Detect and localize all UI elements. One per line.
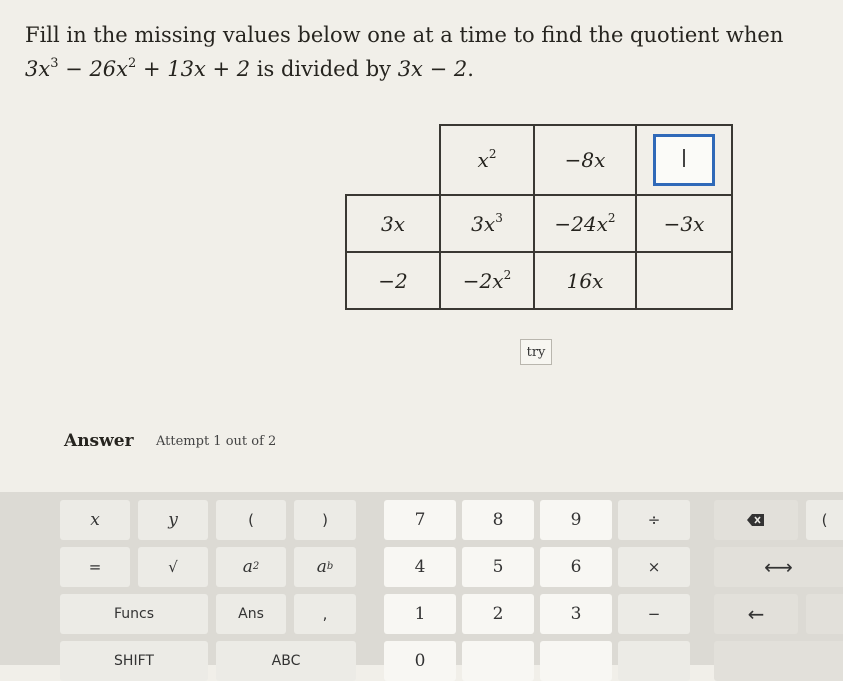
- question-line-1: Fill in the missing values below one at …: [25, 23, 784, 47]
- key-plus[interactable]: [618, 641, 690, 681]
- key-funcs[interactable]: Funcs: [60, 594, 208, 634]
- math-keypad: x y ( ) 7 8 9 ÷ ( = √ a2 ab 4 5 6 × ⟷ Fu…: [0, 492, 843, 681]
- divisor-term-2: −2: [345, 251, 441, 310]
- key-0[interactable]: 0: [384, 641, 456, 681]
- key-minus[interactable]: −: [618, 594, 690, 634]
- key-9[interactable]: 9: [540, 500, 612, 540]
- key-decimal[interactable]: [462, 641, 534, 681]
- key-6[interactable]: 6: [540, 547, 612, 587]
- key-multiply[interactable]: ×: [618, 547, 690, 587]
- backspace-icon: [747, 514, 764, 526]
- question-line-2: 3x3 − 26x2 + 13x + 2 is divided by 3x − …: [25, 56, 474, 81]
- key-x[interactable]: x: [60, 500, 130, 540]
- key-1[interactable]: 1: [384, 594, 456, 634]
- try-button[interactable]: try: [520, 339, 552, 365]
- divisor-term-1: 3x: [345, 194, 441, 253]
- product-cell: 3x3: [439, 194, 535, 253]
- key-left-paren[interactable]: (: [216, 500, 286, 540]
- key-pi[interactable]: [540, 641, 612, 681]
- key-5[interactable]: 5: [462, 547, 534, 587]
- product-cell: −3x: [635, 194, 733, 253]
- product-cell: −24x2: [533, 194, 637, 253]
- key-cursor-left[interactable]: ←: [714, 594, 798, 634]
- key-4[interactable]: 4: [384, 547, 456, 587]
- key-divide[interactable]: ÷: [618, 500, 690, 540]
- key-equals[interactable]: =: [60, 547, 130, 587]
- key-backspace[interactable]: [714, 500, 798, 540]
- text-cursor: [683, 149, 685, 167]
- quotient-term-1: x2: [439, 124, 535, 196]
- key-2[interactable]: 2: [462, 594, 534, 634]
- key-8[interactable]: 8: [462, 500, 534, 540]
- divisor-expression: 3x − 2: [397, 57, 468, 81]
- key-comma[interactable]: ,: [294, 594, 356, 634]
- key-abc[interactable]: ABC: [216, 641, 356, 681]
- key-sqrt[interactable]: √: [138, 547, 208, 587]
- product-cell-empty: [635, 251, 733, 310]
- division-box-grid: x2 −8x 3x 3x3 −24x2 −3x −2 −2x2 16x: [345, 124, 733, 310]
- key-right-paren[interactable]: ): [294, 500, 356, 540]
- dividend-expression: 3x3 − 26x2 + 13x + 2: [25, 56, 251, 81]
- quotient-term-3-cell[interactable]: [635, 124, 733, 196]
- key-power[interactable]: ab: [294, 547, 356, 587]
- attempt-counter: Attempt 1 out of 2: [156, 434, 277, 449]
- key-7[interactable]: 7: [384, 500, 456, 540]
- quotient-term-2: −8x: [533, 124, 637, 196]
- key-3[interactable]: 3: [540, 594, 612, 634]
- product-cell: 16x: [533, 251, 637, 310]
- grid-corner-cell: [346, 125, 441, 196]
- key-paren-partial[interactable]: (: [806, 500, 843, 540]
- key-enter[interactable]: [714, 641, 843, 681]
- product-cell: −2x2: [439, 251, 535, 310]
- answer-heading: Answer: [64, 431, 134, 451]
- key-square[interactable]: a2: [216, 547, 286, 587]
- key-cursor-right-partial[interactable]: [806, 594, 843, 634]
- key-ans[interactable]: Ans: [216, 594, 286, 634]
- quotient-term-3-input[interactable]: [653, 134, 715, 186]
- key-cursor-move[interactable]: ⟷: [714, 547, 843, 587]
- question-text: Fill in the missing values below one at …: [25, 18, 825, 86]
- key-y[interactable]: y: [138, 500, 208, 540]
- key-shift[interactable]: SHIFT: [60, 641, 208, 681]
